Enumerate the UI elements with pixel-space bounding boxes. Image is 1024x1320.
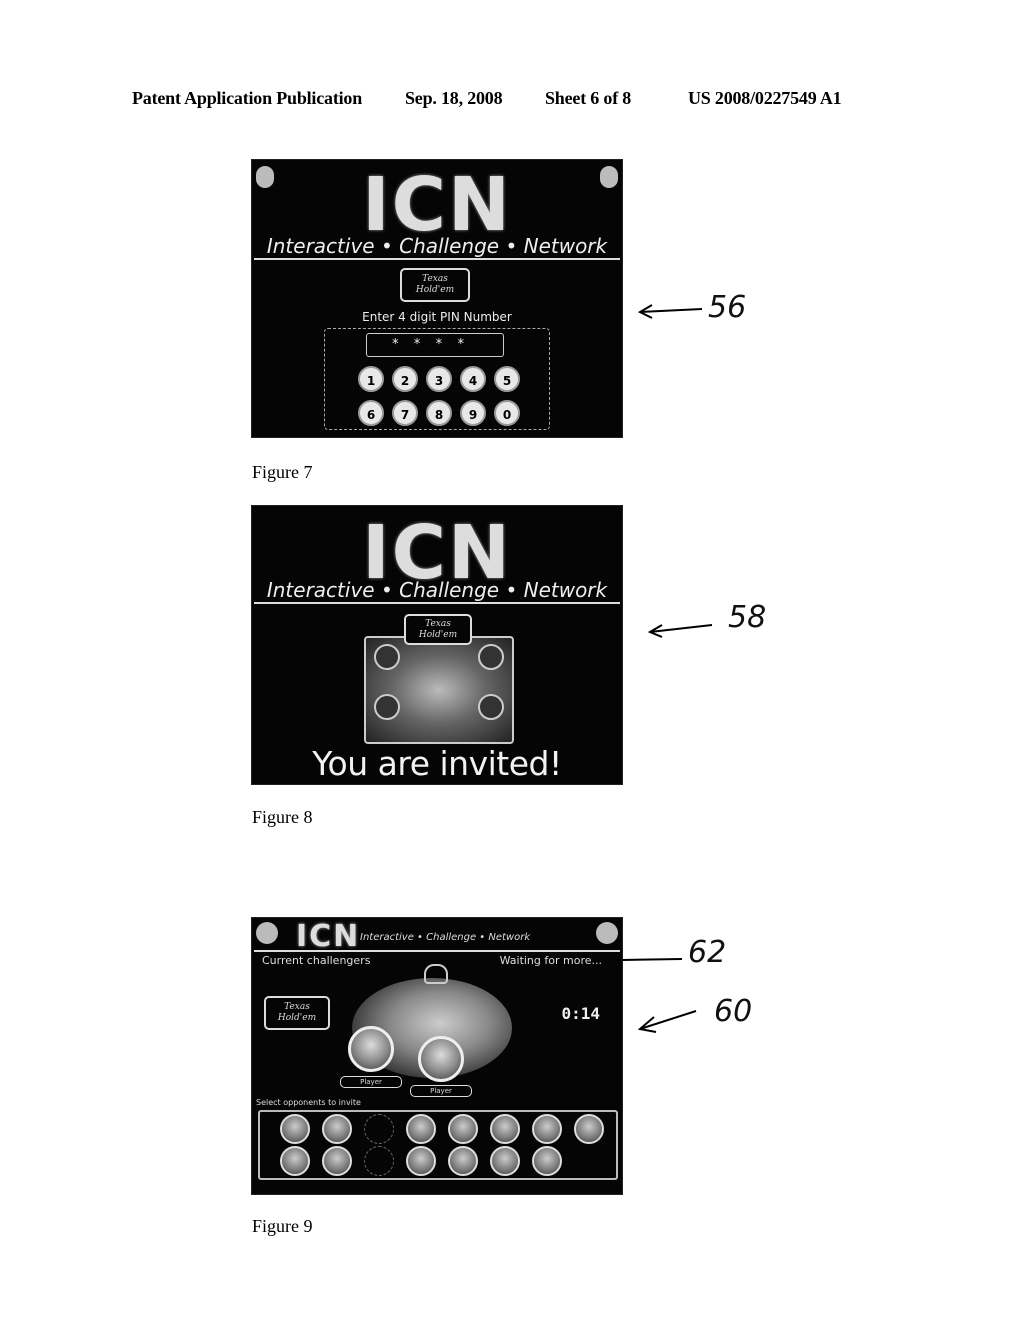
player-name: Player	[410, 1085, 472, 1097]
game-badge: Texas Hold'em	[404, 614, 472, 645]
game-badge: Texas Hold'em	[264, 996, 330, 1030]
opponent-avatar[interactable]	[280, 1146, 310, 1176]
reference-number-56: 56	[708, 290, 747, 325]
keypad-key-1[interactable]: 1	[358, 366, 384, 392]
poker-table-preview	[364, 636, 514, 744]
game-badge: Texas Hold'em	[400, 268, 470, 302]
opponent-avatar[interactable]	[406, 1114, 436, 1144]
keypad-key-3[interactable]: 3	[426, 366, 452, 392]
invite-roster	[258, 1110, 618, 1180]
tagline: Interactive • Challenge • Network	[266, 578, 608, 602]
opponent-avatar[interactable]	[406, 1146, 436, 1176]
seat-icon	[478, 694, 504, 720]
opponent-avatar[interactable]	[574, 1114, 604, 1144]
menu-icon[interactable]	[256, 922, 278, 944]
player-avatar	[418, 1036, 464, 1082]
player-avatar	[348, 1026, 394, 1072]
pin-input[interactable]: ****	[366, 333, 504, 357]
pin-prompt: Enter 4 digit PIN Number	[362, 310, 512, 324]
opponent-avatar[interactable]	[448, 1114, 478, 1144]
sheet-number: Sheet 6 of 8	[545, 88, 632, 108]
keypad-key-6[interactable]: 6	[358, 400, 384, 426]
opponent-avatar[interactable]	[448, 1146, 478, 1176]
header-divider	[254, 602, 620, 604]
reference-arrow-58	[647, 624, 713, 638]
figure-9-screen: ICN Interactive • Challenge • Network Cu…	[251, 917, 623, 1195]
keypad-key-0[interactable]: 0	[494, 400, 520, 426]
waiting-status: Waiting for more...	[499, 954, 602, 967]
header-divider	[254, 950, 620, 952]
opponent-avatar[interactable]	[490, 1114, 520, 1144]
keypad-key-4[interactable]: 4	[460, 366, 486, 392]
opponent-avatar[interactable]	[280, 1114, 310, 1144]
publication-date: Sep. 18, 2008	[405, 88, 503, 108]
empty-slot[interactable]	[364, 1146, 394, 1176]
figure-9-caption: Figure 9	[252, 1216, 313, 1236]
keypad-key-8[interactable]: 8	[426, 400, 452, 426]
challengers-label: Current challengers	[262, 954, 371, 967]
opponent-avatar[interactable]	[322, 1114, 352, 1144]
countdown-timer: 0:14	[561, 1004, 600, 1023]
player-name: Player	[340, 1076, 402, 1088]
seat-icon	[374, 694, 400, 720]
publication-label: Patent Application Publication	[132, 88, 363, 108]
keypad-key-9[interactable]: 9	[460, 400, 486, 426]
opponent-avatar[interactable]	[532, 1114, 562, 1144]
seat-icon	[374, 644, 400, 670]
reference-number-58: 58	[728, 600, 767, 635]
keypad-key-2[interactable]: 2	[392, 366, 418, 392]
reference-line-62	[621, 958, 683, 961]
reference-arrow-60	[637, 1010, 697, 1033]
figure-7-screen: ICN Interactive • Challenge • Network Te…	[251, 159, 623, 438]
keypad-key-5[interactable]: 5	[494, 366, 520, 392]
opponent-avatar[interactable]	[322, 1146, 352, 1176]
invite-message: You are invited!	[312, 744, 562, 783]
timer-knob-icon	[424, 964, 448, 984]
reference-number-62: 62	[688, 935, 727, 970]
settings-icon[interactable]	[596, 922, 618, 944]
seat-icon	[478, 644, 504, 670]
figure-7-caption: Figure 7	[252, 462, 313, 482]
figure-8-screen: ICN Interactive • Challenge • Network Te…	[251, 505, 623, 785]
icn-logo: ICN	[296, 919, 361, 954]
keypad-key-7[interactable]: 7	[392, 400, 418, 426]
tagline: Interactive • Challenge • Network	[360, 932, 531, 943]
reference-arrow-56	[637, 304, 703, 319]
figure-8-caption: Figure 8	[252, 807, 313, 827]
reference-number-60: 60	[714, 994, 753, 1029]
empty-slot[interactable]	[364, 1114, 394, 1144]
tagline: Interactive • Challenge • Network	[266, 234, 608, 258]
opponent-avatar[interactable]	[490, 1146, 520, 1176]
header-divider	[254, 258, 620, 260]
opponent-avatar[interactable]	[532, 1146, 562, 1176]
roster-label: Select opponents to invite	[256, 1098, 361, 1107]
patent-number: US 2008/0227549 A1	[688, 88, 842, 108]
